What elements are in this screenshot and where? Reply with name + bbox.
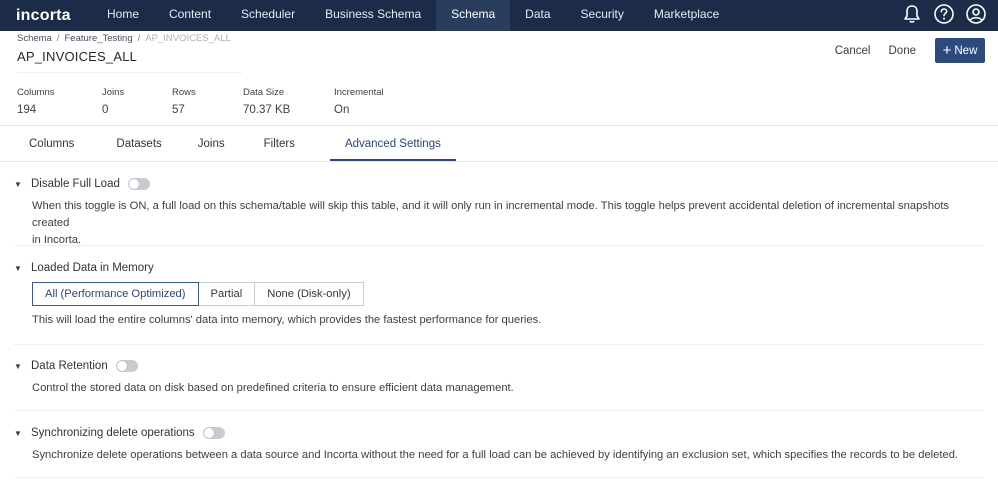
header-actions: Cancel Done + New xyxy=(826,38,985,63)
section-header: ▼ Disable Full Load xyxy=(14,175,984,193)
tab-filters[interactable]: Filters xyxy=(249,128,310,161)
plus-icon: + xyxy=(942,41,952,59)
new-button[interactable]: + New xyxy=(935,38,985,63)
breadcrumb: Schema / Feature_Testing / AP_INVOICES_A… xyxy=(17,33,231,44)
memory-option-none[interactable]: None (Disk-only) xyxy=(255,282,364,306)
breadcrumb-separator: / xyxy=(137,33,141,44)
nav-icons xyxy=(900,2,988,26)
section-disable-full-load: ▼ Disable Full Load When this toggle is … xyxy=(14,175,984,249)
new-button-label: New xyxy=(954,44,978,57)
section-header: ▼ Loaded Data in Memory xyxy=(14,259,984,277)
disable-full-load-toggle[interactable] xyxy=(127,178,150,190)
stat-value: 194 xyxy=(17,104,37,116)
stat-value: On xyxy=(334,104,350,116)
caret-down-icon[interactable]: ▼ xyxy=(14,429,24,438)
breadcrumb-schema[interactable]: Schema xyxy=(17,33,52,44)
section-title: Disable Full Load xyxy=(31,178,120,190)
breadcrumb-feature-testing[interactable]: Feature_Testing xyxy=(65,33,133,44)
stat-joins: Joins 0 xyxy=(102,87,172,116)
tab-datasets[interactable]: Datasets xyxy=(101,128,176,161)
section-title: Data Retention xyxy=(31,360,108,372)
tab-joins[interactable]: Joins xyxy=(183,128,240,161)
user-icon[interactable] xyxy=(964,2,988,26)
stat-value: 57 xyxy=(172,104,185,116)
caret-down-icon[interactable]: ▼ xyxy=(14,362,24,371)
app-logo[interactable]: incorta xyxy=(0,7,92,25)
section-title: Synchronizing delete operations xyxy=(31,427,195,439)
nav-data[interactable]: Data xyxy=(510,0,565,31)
title-underline xyxy=(17,72,242,73)
table-stats: Columns 194 Joins 0 Rows 57 Data Size 70… xyxy=(17,87,414,116)
stat-incremental: Incremental On xyxy=(334,87,414,116)
stat-label: Rows xyxy=(172,87,196,98)
divider xyxy=(14,410,984,411)
section-description: When this toggle is ON, a full load on t… xyxy=(32,200,950,229)
nav-schema[interactable]: Schema xyxy=(436,0,511,31)
top-nav: incorta Home Content Scheduler Business … xyxy=(0,0,998,31)
nav-business-schema[interactable]: Business Schema xyxy=(310,0,436,31)
section-header: ▼ Synchronizing delete operations xyxy=(14,424,984,442)
stat-label: Data Size xyxy=(243,87,285,98)
tab-columns[interactable]: Columns xyxy=(14,128,89,161)
section-description: Control the stored data on disk based on… xyxy=(32,382,514,394)
section-description: Synchronize delete operations between a … xyxy=(32,449,959,461)
section-title: Loaded Data in Memory xyxy=(31,262,154,274)
nav-home[interactable]: Home xyxy=(92,0,154,31)
memory-option-partial[interactable]: Partial xyxy=(198,282,256,306)
nav-marketplace[interactable]: Marketplace xyxy=(639,0,734,31)
done-button[interactable]: Done xyxy=(880,45,926,57)
divider xyxy=(14,344,984,345)
section-header: ▼ Data Retention xyxy=(14,357,984,375)
sync-delete-toggle[interactable] xyxy=(202,427,225,439)
tab-bar: Columns Datasets Joins Filters Advanced … xyxy=(14,128,456,161)
section-description-continued: in Incorta. xyxy=(32,234,82,246)
nav-scheduler[interactable]: Scheduler xyxy=(226,0,310,31)
nav-security[interactable]: Security xyxy=(566,0,639,31)
section-sync-delete: ▼ Synchronizing delete operations Synchr… xyxy=(14,424,984,464)
divider xyxy=(14,477,984,478)
tab-advanced-settings[interactable]: Advanced Settings xyxy=(329,128,456,161)
section-data-retention: ▼ Data Retention Control the stored data… xyxy=(14,357,984,397)
cancel-button[interactable]: Cancel xyxy=(826,45,880,57)
data-retention-toggle[interactable] xyxy=(115,360,138,372)
breadcrumb-separator: / xyxy=(56,33,60,44)
divider xyxy=(0,161,998,162)
nav-items: Home Content Scheduler Business Schema S… xyxy=(92,0,734,31)
nav-content[interactable]: Content xyxy=(154,0,226,31)
stat-value: 0 xyxy=(102,104,109,116)
stat-data-size: Data Size 70.37 KB xyxy=(243,87,334,116)
bell-icon[interactable] xyxy=(900,2,924,26)
section-loaded-data-in-memory: ▼ Loaded Data in Memory All (Performance… xyxy=(14,259,984,329)
stat-rows: Rows 57 xyxy=(172,87,243,116)
stat-label: Incremental xyxy=(334,87,384,98)
section-description: This will load the entire columns' data … xyxy=(32,314,542,326)
caret-down-icon[interactable]: ▼ xyxy=(14,264,24,273)
stat-label: Columns xyxy=(17,87,55,98)
caret-down-icon[interactable]: ▼ xyxy=(14,180,24,189)
divider xyxy=(0,125,998,126)
page-title: AP_INVOICES_ALL xyxy=(17,49,138,64)
stat-label: Joins xyxy=(102,87,125,98)
memory-mode-selector: All (Performance Optimized) Partial None… xyxy=(32,282,984,306)
stat-columns: Columns 194 xyxy=(17,87,102,116)
memory-option-all[interactable]: All (Performance Optimized) xyxy=(32,282,199,306)
breadcrumb-current: AP_INVOICES_ALL xyxy=(145,33,231,44)
stat-value: 70.37 KB xyxy=(243,104,291,116)
divider xyxy=(14,245,984,246)
help-icon[interactable] xyxy=(932,2,956,26)
